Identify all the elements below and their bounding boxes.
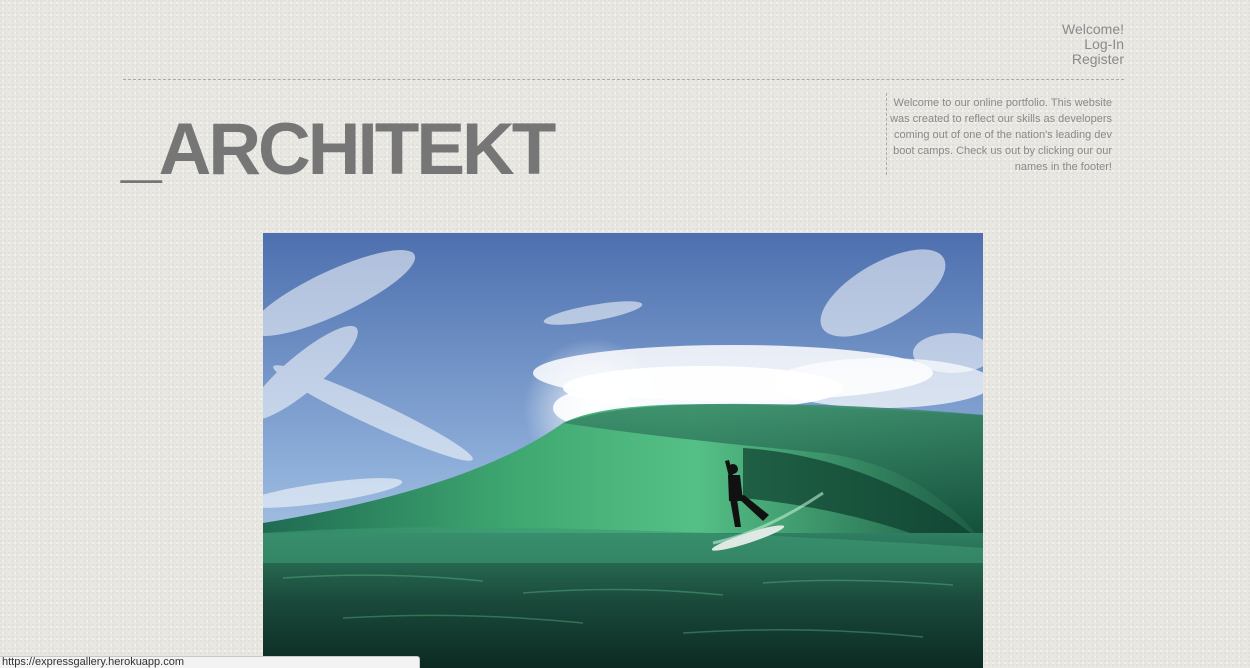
login-link[interactable]: Log-In: [1062, 37, 1124, 52]
intro-text: Welcome to our online portfolio. This we…: [886, 93, 1112, 175]
hero-image: [263, 233, 983, 668]
user-nav: Welcome! Log-In Register: [1062, 22, 1124, 67]
register-link[interactable]: Register: [1062, 52, 1124, 67]
status-bar-url: https://expressgallery.herokuapp.com: [0, 656, 420, 668]
site-title: _ARCHITEKT: [121, 109, 556, 190]
welcome-text: Welcome!: [1062, 21, 1124, 37]
header-divider: [123, 79, 1124, 80]
